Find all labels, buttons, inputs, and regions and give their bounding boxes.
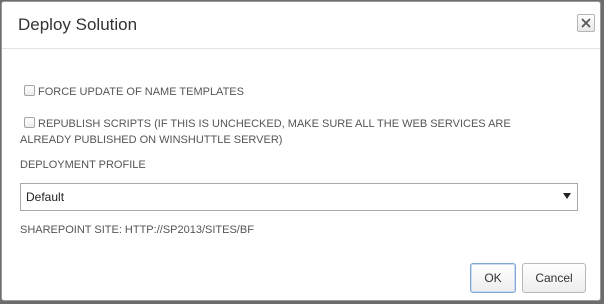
force-update-checkbox[interactable] <box>24 85 35 96</box>
deploy-solution-dialog: Deploy Solution FORCE UPDATE OF NAME TEM… <box>1 1 601 301</box>
deployment-profile-label: DEPLOYMENT PROFILE <box>20 159 146 171</box>
ok-button[interactable]: OK <box>470 263 516 293</box>
dropdown-arrow-icon <box>563 193 571 199</box>
force-update-label: FORCE UPDATE OF NAME TEMPLATES <box>38 86 244 98</box>
dialog-header: Deploy Solution <box>2 2 600 49</box>
deployment-profile-value: Default <box>26 190 65 204</box>
sharepoint-site-text: SHAREPOINT SITE: HTTP://SP2013/SITES/BF <box>20 224 254 236</box>
close-x-icon <box>581 18 591 28</box>
force-update-option: FORCE UPDATE OF NAME TEMPLATES <box>20 84 244 100</box>
dialog-title: Deploy Solution <box>18 15 138 34</box>
deployment-profile-select[interactable]: Default <box>20 183 578 211</box>
republish-label: REPUBLISH SCRIPTS (IF THIS IS UNCHECKED,… <box>20 118 511 146</box>
republish-option: REPUBLISH SCRIPTS (IF THIS IS UNCHECKED,… <box>20 116 560 148</box>
republish-checkbox[interactable] <box>24 117 35 128</box>
close-button[interactable] <box>577 14 595 32</box>
cancel-button[interactable]: Cancel <box>522 263 586 293</box>
